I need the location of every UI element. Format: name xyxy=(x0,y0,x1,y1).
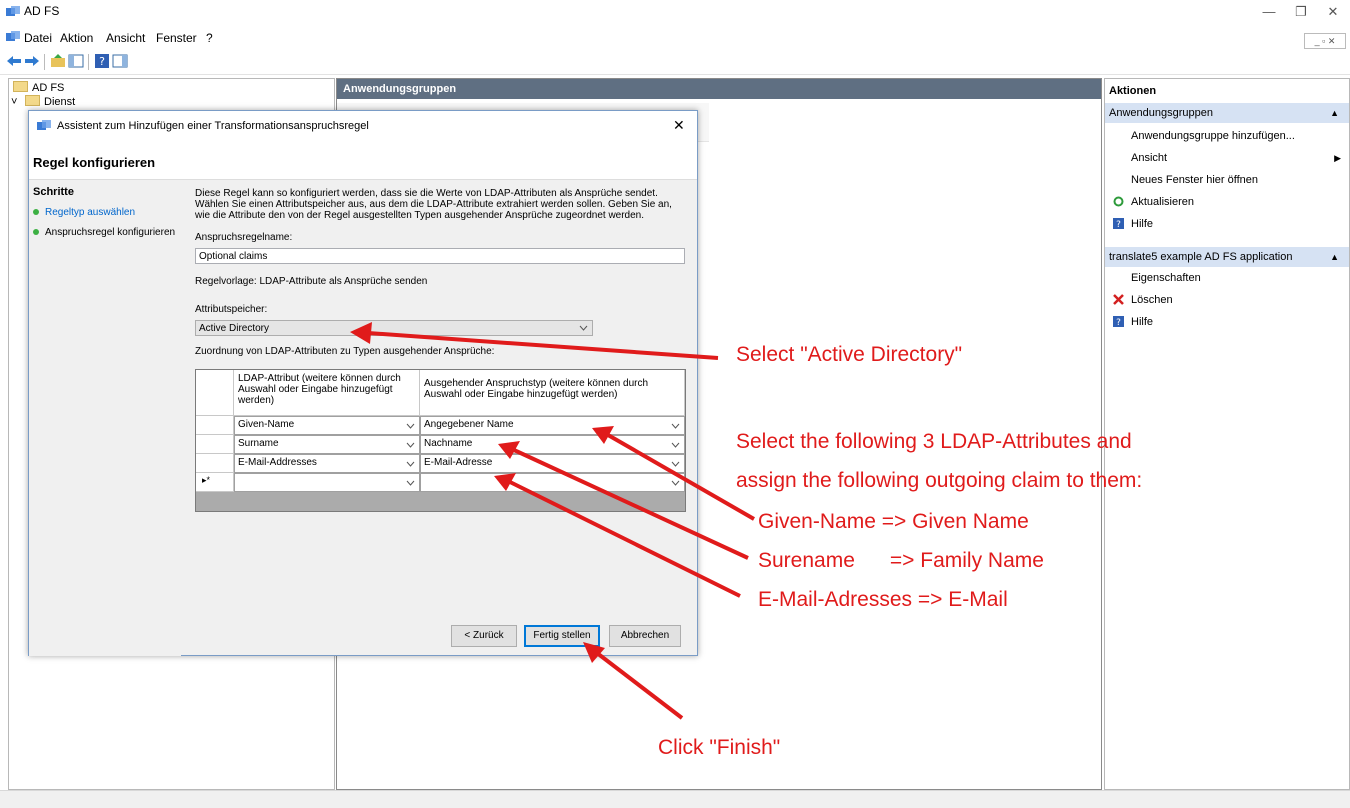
annotation-line-2: assign the following outgoing claim to t… xyxy=(736,469,1143,492)
arrow-to-finish xyxy=(595,651,684,720)
arrow-to-given-name xyxy=(607,433,755,521)
arrowhead xyxy=(350,322,372,344)
annotation-select-ad: Select "Active Directory" xyxy=(736,343,963,366)
annotation-map-email: E-Mail-Adresses => E-Mail xyxy=(758,588,1008,611)
arrow-to-attribute-store xyxy=(367,331,719,360)
annotation-map-surname: Surename => Family Name xyxy=(758,549,1044,572)
annotation-arrows xyxy=(350,322,755,720)
annotation-click-finish: Click "Finish" xyxy=(658,736,781,759)
annotation-map-given-name: Given-Name => Given Name xyxy=(758,510,1029,533)
arrowhead xyxy=(583,642,605,663)
annotation-line-1: Select the following 3 LDAP-Attributes a… xyxy=(736,430,1132,453)
